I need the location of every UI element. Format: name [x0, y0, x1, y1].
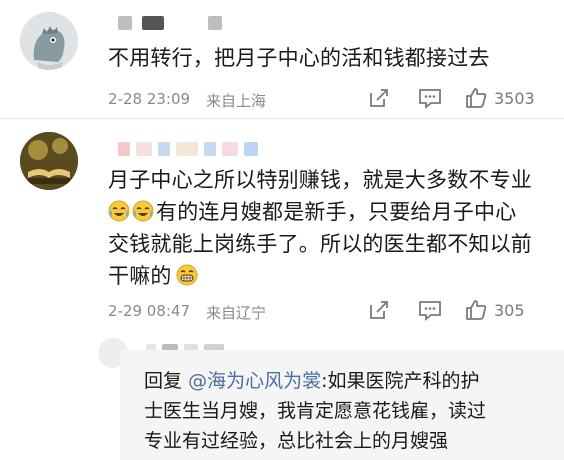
comment-text-line-4-text: 干嘛的: [108, 264, 172, 288]
comment-time: 2-29 08:47: [108, 302, 191, 320]
like-count: 305: [494, 300, 525, 320]
comment-location: 来自辽宁: [206, 304, 267, 322]
like-button[interactable]: 3503: [464, 86, 535, 110]
reply-mention-link[interactable]: @海为心风为裳: [188, 370, 321, 392]
reply-text-line-3: 专业有过经验，总比社会上的月嫂强: [144, 430, 449, 452]
like-icon: [466, 88, 487, 108]
comment-actions: 3503: [368, 86, 535, 110]
reply-prefix: 回复: [144, 370, 183, 392]
comment-actions: 305: [368, 298, 525, 322]
comment-text-line-2-text: 有的连月嫂都是新手，只要给月子中心: [156, 200, 517, 224]
comment-location: 来自上海: [206, 92, 267, 110]
share-icon[interactable]: [368, 299, 390, 321]
username-redacted[interactable]: [118, 16, 222, 30]
crying-laughing-emoji: [108, 200, 130, 222]
comment-text: 不用转行，把月子中心的活和钱都接过去: [108, 46, 490, 70]
username-redacted[interactable]: [118, 142, 258, 156]
book-avatar-icon: [20, 132, 78, 190]
comment-text-line-2: 有的连月嫂都是新手，只要给月子中心: [108, 196, 516, 228]
reply-box[interactable]: 回复 @海为心风为裳:如果医院产科的护 士医生当月嫂，我肯定愿意花钱雇，读过 专…: [120, 350, 564, 460]
comment-icon[interactable]: [418, 87, 442, 109]
reply-text-line-2: 士医生当月嫂，我肯定愿意花钱雇，读过: [144, 400, 487, 422]
reply-text-line-1: :如果医院产科的护: [321, 370, 480, 392]
comment-text-line-3: 交钱就能上岗练手了。所以的医生都不知以前: [108, 232, 532, 256]
avatar[interactable]: [20, 132, 78, 190]
reply-text: 回复 @海为心风为裳:如果医院产科的护 士医生当月嫂，我肯定愿意花钱雇，读过 专…: [144, 366, 554, 456]
avatar[interactable]: [20, 12, 78, 70]
share-icon[interactable]: [368, 87, 390, 109]
comment-text-line-4: 干嘛的: [108, 260, 200, 292]
comment-time: 2-28 23:09: [108, 90, 191, 108]
grinning-emoji: [176, 264, 198, 286]
dinosaur-avatar-icon: [20, 12, 78, 70]
like-icon: [466, 300, 487, 320]
comment-item-2: 月子中心之所以特别赚钱，就是大多数不专业 有的连月嫂都是新手，只要给月子中心 交…: [0, 118, 564, 460]
comment-icon[interactable]: [418, 299, 442, 321]
crying-laughing-emoji: [132, 200, 154, 222]
comment-text-line-1: 月子中心之所以特别赚钱，就是大多数不专业: [108, 168, 532, 192]
like-count: 3503: [494, 88, 535, 108]
comment-item-1: 不用转行，把月子中心的活和钱都接过去 2-28 23:09 来自上海 3503: [0, 0, 564, 118]
like-button[interactable]: 305: [464, 298, 525, 322]
